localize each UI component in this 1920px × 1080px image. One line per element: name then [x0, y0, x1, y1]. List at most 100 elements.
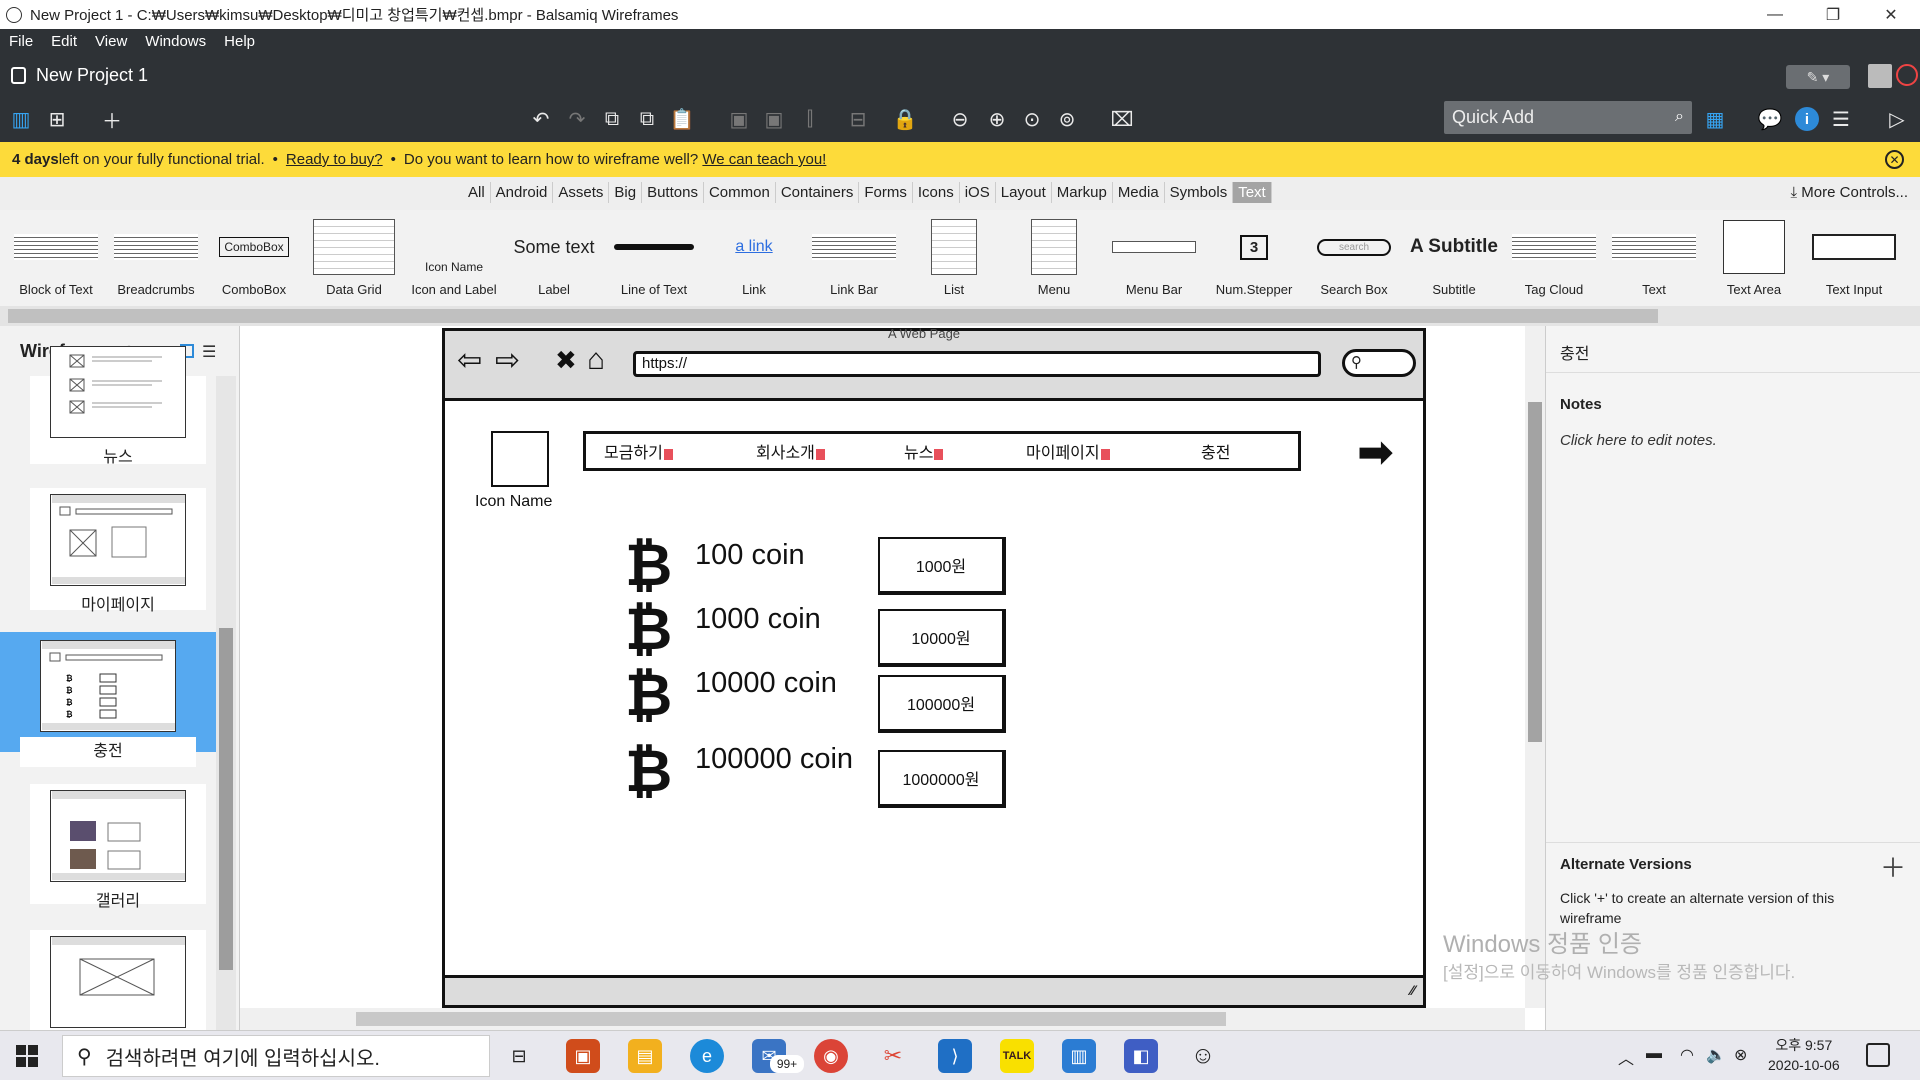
library-item[interactable]: Data Grid [306, 216, 402, 302]
canvas-vscroll-thumb[interactable] [1528, 402, 1542, 742]
actual-size-icon[interactable]: ⊙ [1017, 104, 1047, 134]
back-arrow-icon[interactable]: ⇦ [457, 343, 482, 378]
icon-placeholder[interactable] [491, 431, 549, 487]
library-item[interactable]: Menu [1006, 216, 1102, 302]
library-item[interactable]: List [906, 216, 1002, 302]
price-button[interactable]: 1000000원 [878, 750, 1006, 808]
battery-icon[interactable]: ▬ [1646, 1045, 1662, 1063]
presentation-icon[interactable]: ▷ [1882, 104, 1912, 134]
category-tab-all[interactable]: All [463, 182, 491, 203]
wireframe-page-gallery[interactable]: 갤러리 [30, 784, 206, 910]
forward-arrow-icon[interactable]: ⇨ [495, 343, 520, 378]
category-tab-markup[interactable]: Markup [1052, 182, 1113, 203]
more-controls-button[interactable]: ⤓ More Controls... [1790, 184, 1908, 201]
category-tab-symbols[interactable]: Symbols [1165, 182, 1234, 203]
task-view-icon[interactable]: ⊟ [502, 1039, 536, 1073]
minimize-button[interactable]: — [1746, 0, 1804, 29]
add-alternate-icon[interactable]: ＋ [1880, 848, 1906, 885]
input-method-icon[interactable]: ⊗ [1734, 1045, 1747, 1065]
library-item[interactable]: Block of Text [8, 216, 104, 302]
edit-mode-button[interactable]: ✎ ▾ [1786, 65, 1850, 89]
notification-center-icon[interactable] [1866, 1043, 1890, 1067]
library-item[interactable]: a link Link [706, 216, 802, 302]
wireframe-page-mypage[interactable]: 마이페이지 [30, 488, 206, 614]
library-item[interactable]: Tag Cloud [1506, 216, 1602, 302]
canvas[interactable]: A Web Page ⇦ ⇨ ✖ ⌂ https:// ⚲ Icon Name … [240, 326, 1545, 1008]
we-can-teach-you-link[interactable]: We can teach you! [702, 151, 826, 168]
group-icon[interactable]: ▣ [724, 104, 754, 134]
library-scroll-thumb[interactable] [8, 309, 1658, 323]
copy-icon[interactable]: ⧉ [597, 104, 627, 134]
undo-icon[interactable]: ↶ [526, 104, 556, 134]
library-item[interactable]: Icon Name Icon and Label [406, 216, 502, 302]
library-item[interactable]: Text Area [1706, 216, 1802, 302]
library-item[interactable]: Text Input [1806, 216, 1902, 302]
menu-file[interactable]: File [0, 33, 42, 50]
wireframe-name[interactable]: 충전 [1560, 340, 1589, 364]
library-item[interactable]: Some text Label [506, 216, 602, 302]
balsamiq-monkey-icon[interactable] [1896, 64, 1918, 86]
add-wireframe-icon[interactable]: ＋ [97, 104, 127, 134]
ui-library-icon[interactable]: ▦ [1700, 104, 1730, 134]
category-tab-android[interactable]: Android [491, 182, 554, 203]
price-button[interactable]: 10000원 [878, 609, 1006, 667]
info-icon[interactable]: i [1795, 107, 1819, 131]
wifi-icon[interactable]: ◠ [1680, 1045, 1694, 1065]
canvas-horizontal-scrollbar[interactable] [240, 1008, 1525, 1030]
vscode-icon[interactable]: ⟩ [938, 1039, 972, 1073]
menu-windows[interactable]: Windows [136, 33, 215, 50]
sign-in-icon[interactable]: ➡ [1357, 427, 1394, 478]
wireframe-page-charge[interactable]: ₿ ₿ ₿ ₿ 충전 [0, 632, 216, 767]
notes-list-icon[interactable]: ☰ [1826, 104, 1856, 134]
category-tab-buttons[interactable]: Buttons [642, 182, 704, 203]
nav-mypage[interactable]: 마이페이지 [1026, 439, 1110, 463]
nav-news[interactable]: 뉴스 [904, 439, 944, 463]
close-x-icon[interactable]: ✖ [555, 345, 577, 376]
volume-icon[interactable]: 🔈 [1706, 1045, 1726, 1065]
url-field[interactable]: https:// [633, 351, 1321, 377]
store-icon[interactable]: ▣ [566, 1039, 600, 1073]
project-title[interactable]: New Project 1 [36, 65, 148, 86]
canvas-hscroll-thumb[interactable] [356, 1012, 1226, 1026]
chrome-icon[interactable]: ◉ [814, 1039, 848, 1073]
library-item[interactable]: Menu Bar [1106, 216, 1202, 302]
library-item[interactable]: A Subtitle Subtitle [1406, 216, 1502, 302]
wireframe-page-news[interactable]: 뉴스 [30, 346, 206, 466]
kakaotalk-icon[interactable]: TALK [1000, 1039, 1034, 1073]
paste-icon[interactable]: 📋 [667, 104, 697, 134]
search-icon[interactable]: ⌕ [1675, 108, 1684, 126]
clock[interactable]: 오후 9:57 2020-10-06 [1768, 1035, 1840, 1075]
category-tab-containers[interactable]: Containers [776, 182, 860, 203]
browser-window-mockup[interactable]: A Web Page ⇦ ⇨ ✖ ⌂ https:// ⚲ Icon Name … [442, 326, 1426, 1008]
notes-editor[interactable]: Click here to edit notes. [1560, 432, 1717, 449]
wireframe-page-next[interactable] [30, 930, 206, 1030]
single-page-view-icon[interactable]: ▥ [6, 104, 36, 134]
delete-icon[interactable]: ⌧ [1107, 104, 1137, 134]
library-item[interactable]: Breadcrumbs [108, 216, 204, 302]
edge-icon[interactable]: e [690, 1039, 724, 1073]
ungroup-icon[interactable]: ▣ [759, 104, 789, 134]
nav-charge[interactable]: 충전 [1201, 439, 1230, 463]
lock-icon[interactable]: 🔒 [890, 104, 920, 134]
duplicate-icon[interactable]: ⧉ [632, 104, 662, 134]
library-item[interactable]: Text [1606, 216, 1702, 302]
file-explorer-icon[interactable]: ▤ [628, 1039, 662, 1073]
align-icon[interactable]: ⫿ [795, 104, 825, 134]
library-scrollbar[interactable] [0, 306, 1920, 326]
category-tab-assets[interactable]: Assets [553, 182, 610, 203]
home-icon[interactable]: ⌂ [587, 343, 605, 377]
wireframes-scrollbar[interactable] [216, 376, 236, 1030]
library-item[interactable]: Link Bar [806, 216, 902, 302]
browser-search-box[interactable]: ⚲ [1342, 349, 1416, 377]
list-view-icon[interactable]: ☰ [202, 342, 216, 362]
category-tab-text[interactable]: Text [1233, 182, 1272, 203]
windows-start-icon[interactable] [16, 1045, 38, 1067]
library-item[interactable]: search Search Box [1306, 216, 1402, 302]
user-icon[interactable] [1868, 64, 1892, 88]
wireframes-scroll-thumb[interactable] [219, 628, 233, 970]
category-tab-layout[interactable]: Layout [996, 182, 1052, 203]
balsamiq-taskbar-icon[interactable]: ◧ [1124, 1039, 1158, 1073]
zoom-in-icon[interactable]: ⊕ [982, 104, 1012, 134]
fit-icon[interactable]: ⊚ [1052, 104, 1082, 134]
library-item[interactable]: Line of Text [606, 216, 702, 302]
